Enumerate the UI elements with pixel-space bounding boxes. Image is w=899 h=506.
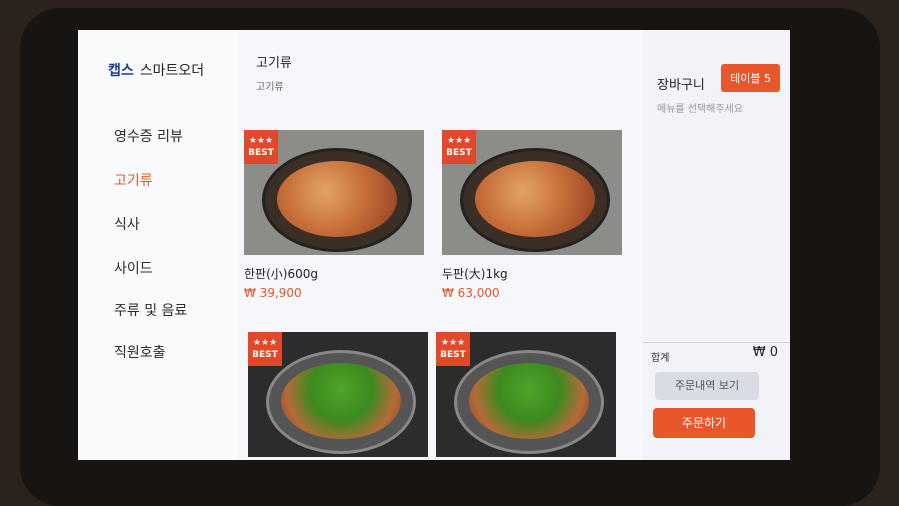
- cart-total-row: 합계 ₩ 0: [643, 342, 790, 365]
- total-label: 합계: [651, 353, 670, 364]
- nav-item-meal[interactable]: 식사: [114, 214, 140, 234]
- food-plate-image: [266, 350, 416, 454]
- brand-name: 캡스: [108, 63, 134, 79]
- best-badge: ★★★ BEST: [436, 332, 470, 366]
- menu-card[interactable]: ★★★ BEST: [436, 332, 616, 457]
- food-plate-image: [460, 148, 610, 252]
- nav-item-staff-call[interactable]: 직원호출: [114, 342, 166, 362]
- nav-item-drinks[interactable]: 주류 및 음료: [114, 300, 187, 320]
- food-plate-image: [262, 148, 412, 252]
- menu-item-image: ★★★ BEST: [248, 332, 428, 457]
- menu-item-price: ₩ 63,000: [442, 286, 500, 300]
- menu-card[interactable]: ★★★ BEST 한판(小)600g ₩ 39,900: [244, 130, 424, 300]
- nav-item-meat[interactable]: 고기류: [114, 170, 153, 190]
- logo: 캡스 스마트오더: [108, 60, 204, 80]
- menu-card[interactable]: ★★★ BEST 두판(大)1kg ₩ 63,000: [442, 130, 622, 300]
- menu-item-image: ★★★ BEST: [436, 332, 616, 457]
- category-subtitle: 고기류: [256, 82, 284, 93]
- best-badge: ★★★ BEST: [248, 332, 282, 366]
- order-history-button[interactable]: 주문내역 보기: [655, 372, 759, 400]
- brand-subtitle: 스마트오더: [139, 63, 205, 79]
- menu-item-name: 두판(大)1kg: [442, 267, 508, 281]
- nav-item-receipt-review[interactable]: 영수증 리뷰: [114, 126, 183, 146]
- menu-item-image: ★★★ BEST: [244, 130, 424, 255]
- menu-item-price: ₩ 39,900: [244, 286, 302, 300]
- food-plate-image: [454, 350, 604, 454]
- cart-empty-message: 메뉴를 선택해주세요: [657, 104, 743, 115]
- table-number-badge: 테이블 5: [721, 64, 780, 92]
- nav-item-side[interactable]: 사이드: [114, 258, 153, 278]
- cart-panel: 테이블 5 장바구니 메뉴를 선택해주세요 합계 ₩ 0 주문내역 보기 주문하…: [643, 30, 790, 460]
- category-title: 고기류: [256, 56, 292, 71]
- sidebar: 캡스 스마트오더 영수증 리뷰 고기류 식사 사이드 주류 및 음료 직원호출: [78, 30, 238, 460]
- menu-card[interactable]: ★★★ BEST: [248, 332, 428, 457]
- menu-area: 고기류 고기류 ★★★ BEST 한판(小)600g ₩ 39,900 ★★★ BE…: [238, 30, 643, 460]
- total-value: ₩ 0: [752, 345, 778, 360]
- place-order-button[interactable]: 주문하기: [653, 408, 755, 438]
- menu-item-name: 한판(小)600g: [244, 267, 318, 281]
- best-badge: ★★★ BEST: [244, 130, 278, 164]
- cart-title: 장바구니: [657, 78, 705, 93]
- menu-item-image: ★★★ BEST: [442, 130, 622, 255]
- kiosk-screen: 캡스 스마트오더 영수증 리뷰 고기류 식사 사이드 주류 및 음료 직원호출 고…: [78, 30, 790, 460]
- best-badge: ★★★ BEST: [442, 130, 476, 164]
